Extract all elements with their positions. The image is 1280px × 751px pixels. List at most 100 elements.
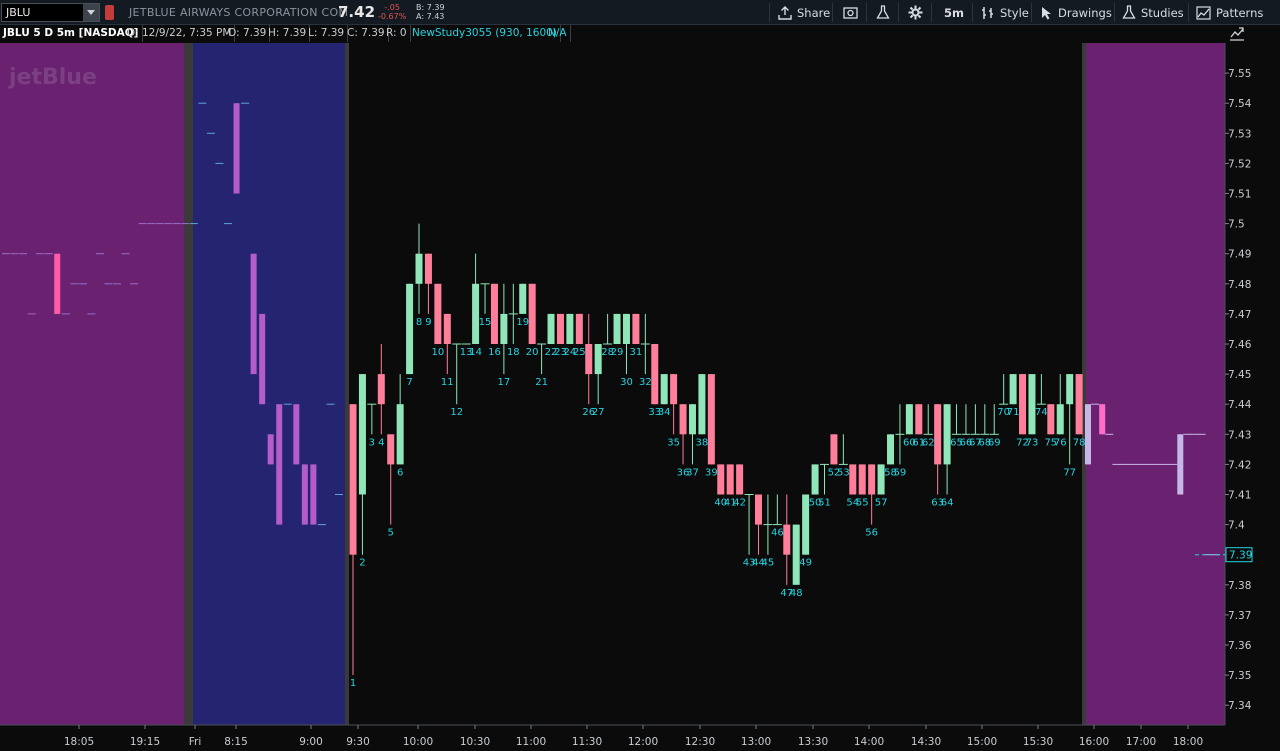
- style-label: Style: [1000, 5, 1029, 20]
- candle-body: [736, 464, 744, 495]
- study-label[interactable]: NewStudy3055 (930, 1600): [409, 25, 561, 42]
- chart-expand-icon[interactable]: [1229, 26, 1245, 42]
- candle-body: [868, 464, 876, 495]
- x-tick-label: 10:30: [460, 736, 490, 748]
- toolbar-divider: [972, 3, 973, 22]
- candle-body: [566, 313, 574, 344]
- price-chart[interactable]: jetBlue123 45678 9101112131415161718192021…: [0, 0, 1280, 751]
- bar-low: L: 7.39: [305, 25, 349, 42]
- symbol-dropdown-icon[interactable]: [83, 4, 99, 21]
- candle-body: [528, 283, 536, 344]
- ask-value: A: 7.43: [416, 12, 445, 21]
- study-value: N/A: [545, 25, 571, 42]
- x-tick-label: 11:30: [572, 736, 602, 748]
- chart-symbol-label[interactable]: JBLU 5 D 5m [NASDAQ]: [0, 25, 143, 42]
- share-label: Share: [797, 5, 831, 20]
- x-tick-label: 10:00: [403, 736, 433, 748]
- candle-body: [387, 434, 395, 465]
- toolbar-divider: [898, 3, 899, 22]
- candle-body: [1085, 404, 1091, 465]
- candle-label: 12: [450, 407, 463, 418]
- y-tick-label: 7.37: [1228, 610, 1251, 622]
- candle-body: [556, 313, 564, 344]
- share-button[interactable]: Share: [778, 0, 830, 25]
- candle-label: 31: [630, 347, 643, 358]
- style-button[interactable]: Style: [981, 0, 1029, 25]
- x-tick-label: 17:00: [1126, 736, 1156, 748]
- y-tick-label: 7.42: [1228, 459, 1251, 471]
- candle-label: 56: [865, 528, 878, 539]
- x-tick-label: 13:30: [798, 736, 828, 748]
- candle-label: 55: [856, 498, 869, 509]
- candle-body: [679, 404, 687, 435]
- candle-label: 38: [696, 437, 709, 448]
- studies-button[interactable]: Studies: [1122, 0, 1184, 25]
- y-tick-label: 7.43: [1228, 429, 1251, 441]
- candle-body: [811, 464, 819, 495]
- toolbar-divider: [1031, 3, 1032, 22]
- price-change: -.05 -0.67%: [378, 3, 406, 21]
- chart-settings-button[interactable]: [843, 0, 858, 25]
- candle-body: [54, 253, 61, 314]
- candle-label: 76: [1054, 437, 1067, 448]
- interval-button[interactable]: 5m: [944, 0, 964, 25]
- toolbar-divider: [1188, 3, 1189, 22]
- candle-label: 29: [611, 347, 624, 358]
- patterns-button[interactable]: Patterns: [1196, 0, 1263, 25]
- change-value: -.05: [384, 3, 400, 12]
- drawings-button[interactable]: Drawings: [1041, 0, 1112, 25]
- candle-body: [1009, 374, 1017, 405]
- candle-body: [943, 404, 951, 465]
- bar-high: H: 7.39: [265, 25, 311, 42]
- top-toolbar: JBLU JETBLUE AIRWAYS CORPORATION COM 7.4…: [0, 0, 1280, 25]
- candle-body: [575, 313, 583, 344]
- x-tick-label: 14:00: [854, 736, 884, 748]
- patterns-label: Patterns: [1216, 5, 1264, 20]
- afterhours-region-prev: [0, 43, 184, 725]
- bar-date: D: 12/9/22, 7:35 PM: [124, 25, 236, 42]
- x-tick-label: 12:00: [628, 736, 658, 748]
- candle-label: 18: [507, 347, 520, 358]
- candle-body: [887, 434, 895, 465]
- candle-label: 2: [359, 558, 365, 569]
- alert-icon[interactable]: [105, 5, 114, 20]
- toolbar-divider: [866, 3, 867, 22]
- chart-window: jetBlue 1 2 3 4 5 6 7 8 9 10 11 12 13 14 15 16 17 18 19 20 21…: [0, 0, 1280, 751]
- candle-body: [698, 374, 706, 435]
- y-tick-label: 7.48: [1228, 279, 1251, 291]
- y-tick-label: 7.52: [1228, 158, 1251, 170]
- candle-label: 14: [469, 347, 482, 358]
- candle-body: [585, 344, 593, 375]
- strategy-button[interactable]: [876, 0, 890, 25]
- candle-body: [472, 283, 480, 344]
- candle-label: 8: [416, 317, 422, 328]
- candle-body: [396, 404, 404, 465]
- candle-body: [1075, 374, 1083, 435]
- bar-range: R: 0: [383, 25, 411, 42]
- candle-label: 78: [1073, 437, 1086, 448]
- watermark-logo: jetBlue: [8, 65, 97, 90]
- settings-button[interactable]: [908, 0, 923, 25]
- symbol-input[interactable]: JBLU: [1, 3, 100, 22]
- candle-label: 77: [1063, 467, 1076, 478]
- candle-body: [1066, 374, 1074, 405]
- candle-body: [1047, 404, 1055, 435]
- candle-body: [424, 253, 432, 284]
- candle-label: 15: [479, 317, 492, 328]
- candle-label: 4: [378, 437, 384, 448]
- candle-label: 74: [1035, 407, 1048, 418]
- y-tick-label: 7.44: [1228, 399, 1252, 411]
- gear-icon: [908, 5, 923, 20]
- last-price: 7.42: [338, 3, 376, 21]
- y-tick-label: 7.36: [1228, 640, 1252, 652]
- style-icon: [982, 6, 993, 19]
- candle-body: [670, 374, 678, 405]
- session-divider: [184, 43, 193, 725]
- share-icon: [778, 5, 792, 20]
- candle-body: [651, 344, 659, 405]
- candle-label: 69: [988, 437, 1001, 448]
- y-tick-label: 7.47: [1228, 309, 1251, 321]
- candle-body: [358, 374, 366, 495]
- candle-body: [783, 524, 791, 555]
- candle-body: [443, 313, 451, 344]
